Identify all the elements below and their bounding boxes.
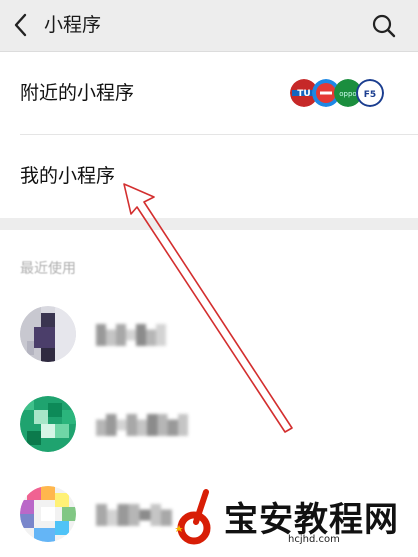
my-mini-programs-row[interactable]: 我的小程序 [0,135,418,217]
svg-text:F5: F5 [364,90,376,100]
site-watermark: 宝安教程网 hcjhd.com [172,488,412,552]
svg-text:TU: TU [297,89,310,99]
top-bar: 小程序 [0,0,418,52]
pixelated-avatar [20,486,76,542]
recent-item[interactable] [0,298,418,378]
brand-logo-icon: F5 [356,79,384,107]
nearby-logos: TU oppo F5 [290,79,384,109]
blurred-name [96,324,166,346]
nearby-mini-programs-row[interactable]: 附近的小程序 TU oppo F5 [0,52,418,135]
pixelated-avatar [20,396,76,452]
search-icon[interactable] [370,12,398,40]
mini-program-menu: 附近的小程序 TU oppo F5 我的小程序 [0,52,418,218]
nearby-mini-programs-label: 附近的小程序 [20,82,135,104]
chevron-left-icon[interactable] [10,12,32,38]
recent-section-title: 最近使用 [20,261,76,277]
watermark-domain: hcjhd.com [288,534,340,545]
pixelated-avatar [20,306,76,362]
blurred-name [96,504,172,526]
page-title: 小程序 [44,14,102,36]
svg-text:oppo: oppo [339,90,356,98]
blurred-name [96,414,188,436]
recent-item[interactable] [0,388,418,468]
watermark-logo-icon [175,489,211,545]
my-mini-programs-label: 我的小程序 [20,165,116,187]
